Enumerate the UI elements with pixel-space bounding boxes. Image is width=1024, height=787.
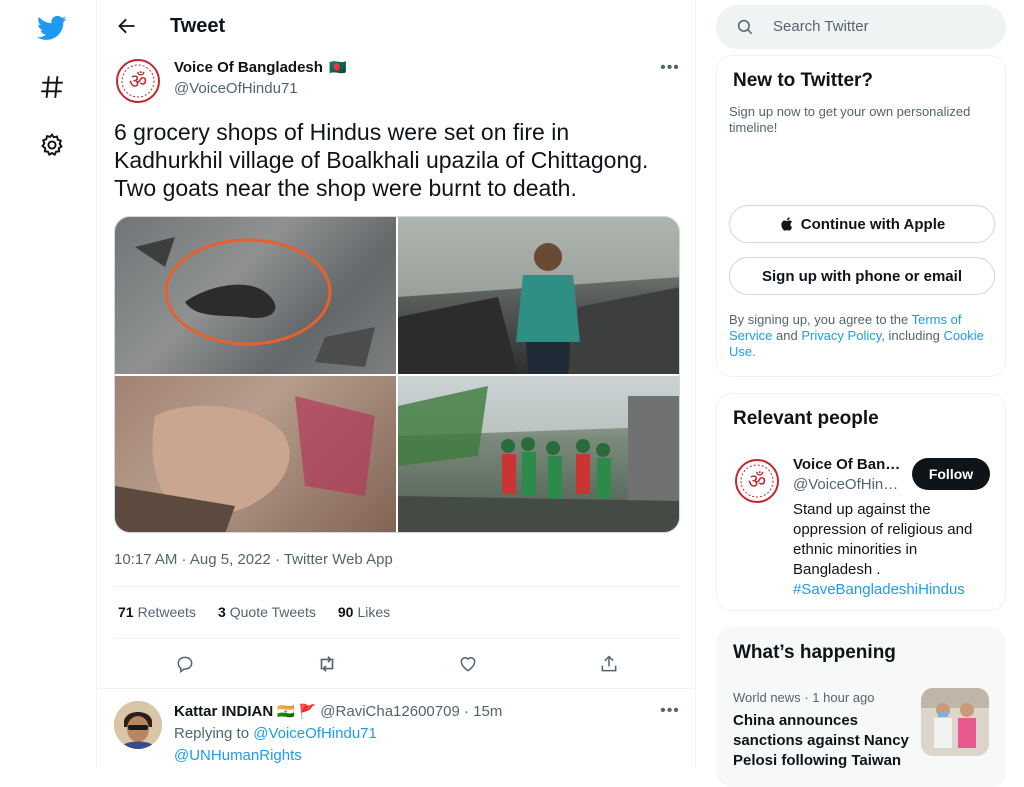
follow-button[interactable]: Follow [912, 458, 990, 490]
tweet-media-grid[interactable] [114, 216, 680, 533]
hashtag-icon [41, 76, 63, 98]
media-photo-1[interactable] [115, 217, 396, 374]
person-bio: Stand up against the oppression of relig… [793, 501, 973, 598]
search-input[interactable]: Search Twitter [773, 18, 869, 35]
share-icon [601, 655, 617, 672]
card-title: New to Twitter? [733, 70, 874, 91]
person-handle[interactable]: @VoiceOfHin… [793, 476, 898, 493]
quote-tweets-stat[interactable]: 3 Quote Tweets [218, 604, 316, 620]
svg-text:ॐ: ॐ [748, 469, 766, 493]
divider [114, 586, 680, 587]
hashtag-link[interactable]: #SaveBangladeshiHindus [793, 581, 965, 598]
continue-with-apple-button[interactable]: Continue with Apple [729, 205, 995, 243]
card-title: Relevant people [733, 408, 879, 429]
search-icon [737, 19, 753, 35]
reply-author-handle[interactable]: @RaviCha12600709 [320, 703, 460, 720]
trend-thumbnail[interactable] [921, 688, 989, 756]
flags-icon: 🇮🇳 🚩 [277, 703, 317, 719]
media-photo-3[interactable] [115, 376, 396, 532]
om-logo-icon: ॐ [733, 457, 781, 505]
apple-logo-icon [781, 217, 792, 231]
burnt-ash-image [115, 217, 396, 374]
retweet-icon [320, 656, 334, 672]
replying-to-line: Replying to @VoiceOfHindu71 [174, 725, 377, 742]
gear-icon [41, 133, 63, 157]
om-logo-icon: ॐ [114, 57, 162, 105]
reply-avatar-image [114, 701, 162, 749]
signup-phone-email-button[interactable]: Sign up with phone or email [729, 257, 995, 295]
explore-link[interactable] [28, 63, 76, 111]
person-avatar[interactable]: ॐ [733, 457, 781, 505]
trend-meta: World news · 1 hour ago [733, 690, 875, 705]
divider [114, 638, 680, 639]
reply-icon [177, 656, 193, 673]
retweet-button[interactable] [308, 645, 346, 683]
arrow-left-icon [118, 18, 135, 34]
tweet-text: 6 grocery shops of Hindus were set on fi… [114, 119, 649, 201]
trend-headline[interactable]: China announces sanctions against Nancy … [733, 711, 913, 771]
card-title: What’s happening [733, 642, 896, 663]
news-photo-image [921, 688, 989, 756]
reply-author-name[interactable]: Kattar INDIAN [174, 703, 273, 720]
more-dots-icon: ••• [660, 59, 680, 76]
tweet-timestamp[interactable]: 10:17 AM · Aug 5, 2022 · Twitter Web App [114, 551, 393, 568]
bangladesh-flag-icon: 🇧🇩 [329, 59, 347, 75]
media-photo-2[interactable] [398, 217, 679, 374]
signup-button-label: Sign up with phone or email [761, 267, 962, 285]
heart-icon [460, 657, 476, 672]
whats-happening-card: What’s happening World news · 1 hour ago… [716, 627, 1006, 787]
author-avatar[interactable]: ॐ [114, 57, 162, 105]
replying-to-link[interactable]: @VoiceOfHindu71 [253, 725, 377, 742]
settings-link[interactable] [28, 121, 76, 169]
reply-header: Kattar INDIAN 🇮🇳 🚩 @RaviCha12600709 · 15… [174, 703, 502, 720]
author-handle[interactable]: @VoiceOfHindu71 [174, 80, 298, 97]
tweet-actions [114, 645, 680, 683]
author-name-row[interactable]: Voice Of Bangladesh 🇧🇩 [174, 59, 347, 77]
svg-text:ॐ: ॐ [129, 69, 147, 93]
twitter-bird-icon [37, 15, 67, 40]
reply-more-options-button[interactable]: ••• [659, 700, 681, 722]
replying-to-link[interactable]: @UNHumanRights [174, 747, 302, 764]
share-button[interactable] [590, 645, 628, 683]
media-photo-4[interactable] [398, 376, 679, 532]
back-button[interactable] [110, 9, 144, 43]
time-separator: · [463, 703, 469, 720]
search-bar[interactable]: Search Twitter [716, 5, 1006, 49]
author-name: Voice Of Bangladesh [174, 59, 323, 76]
reply-tweet[interactable]: Kattar INDIAN 🇮🇳 🚩 @RaviCha12600709 · 15… [97, 688, 696, 768]
reply-author-avatar[interactable] [114, 701, 162, 749]
privacy-link[interactable]: Privacy Policy [801, 328, 881, 343]
tweet-stats: 71 Retweets 3 Quote Tweets 90 Likes [118, 604, 390, 620]
page-title: Tweet [170, 15, 226, 37]
person-name[interactable]: Voice Of Ban… [793, 456, 900, 473]
legal-text: By signing up, you agree to the Terms of… [729, 312, 984, 359]
twitter-home-link[interactable] [28, 4, 76, 52]
retweets-stat[interactable]: 71 Retweets [118, 604, 196, 620]
reply-button[interactable] [166, 645, 204, 683]
replying-to-label: Replying to [174, 725, 250, 742]
likes-stat[interactable]: 90 Likes [338, 604, 390, 620]
more-dots-icon: ••• [660, 702, 680, 719]
signup-subtitle: Sign up now to get your own personalized… [729, 104, 971, 135]
man-burnt-shop-image [398, 217, 679, 374]
main-column: Tweet ॐ Voice Of Bangladesh 🇧🇩 @VoiceOfH… [96, 0, 696, 768]
apple-button-label: Continue with Apple [800, 215, 946, 233]
crowd-fire-image [398, 376, 679, 532]
header: Tweet [97, 0, 696, 53]
new-to-twitter-card: New to Twitter? Sign up now to get your … [716, 55, 1006, 377]
left-nav [0, 0, 96, 768]
relevant-people-card: Relevant people ॐ Voice Of Ban… @VoiceOf… [716, 393, 1006, 611]
more-options-button[interactable]: ••• [659, 57, 681, 79]
people-image [115, 376, 396, 532]
follow-label: Follow [928, 466, 974, 482]
like-button[interactable] [449, 645, 487, 683]
reply-time[interactable]: 15m [473, 703, 502, 720]
